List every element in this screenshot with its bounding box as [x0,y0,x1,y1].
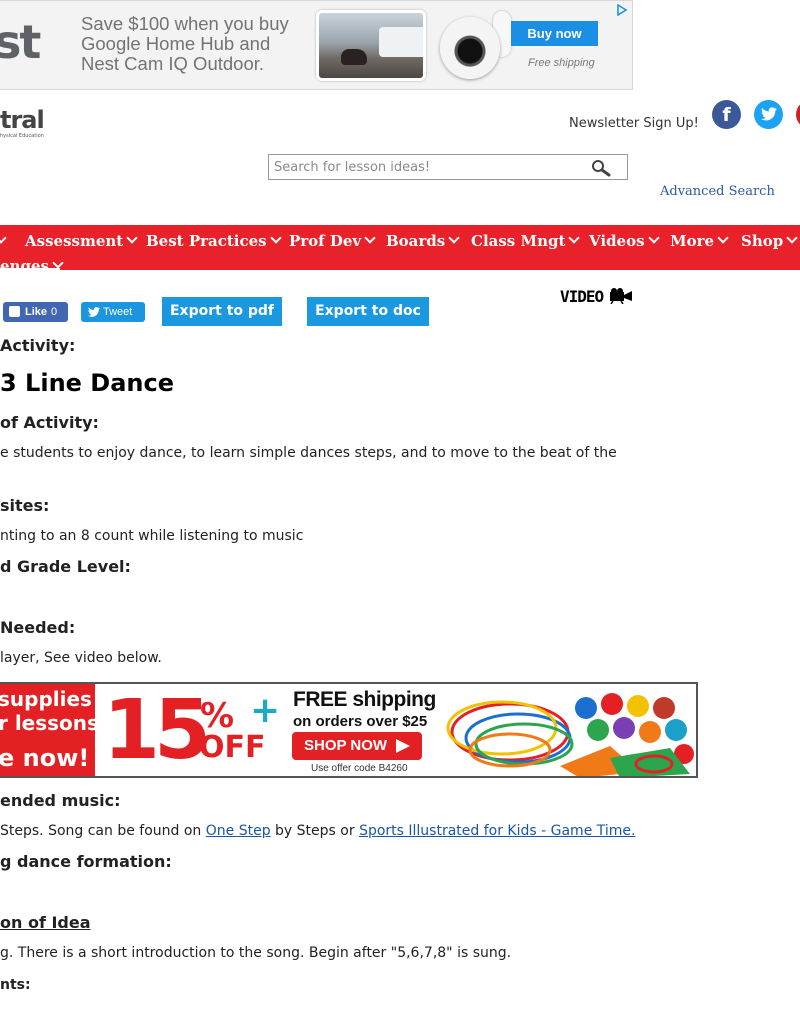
prerequisites-label: sites: [0,496,50,515]
ad-off-text: OFF [199,730,266,765]
chevron-down-icon [52,257,64,269]
prerequisites-text: nting to an 8 count while listening to m… [0,528,304,544]
purpose-text: e students to enjoy dance, to learn simp… [0,445,617,461]
shop-now-button[interactable]: SHOP NOW [292,732,422,760]
advanced-search-link[interactable]: Advanced Search [660,184,775,199]
nav-item-class-mngt[interactable]: Class Mngt [471,232,581,250]
chevron-down-icon [0,232,7,244]
ad-line-lessons: r lessons? [0,711,111,735]
ad-red-panel: supplies r lessons? e now! [0,684,111,776]
pinterest-icon[interactable] [796,100,800,129]
nav-item-more[interactable]: More [670,232,729,250]
movements-label: nts: [0,977,31,993]
chevron-down-icon [568,232,581,244]
nav-label: Class Mngt [471,232,566,250]
nav-label: Videos [589,232,645,250]
search-bar [268,154,628,180]
video-label: VIDEO [560,287,604,306]
nav-item-challenges[interactable]: enges [0,257,64,275]
nav-label: Best Practices [146,232,267,250]
nav-label: Prof Dev [289,232,362,250]
chevron-down-icon [786,232,798,244]
arrow-right-icon [396,739,410,753]
photo-snow [379,27,423,57]
tweet-button[interactable]: Tweet [81,302,145,322]
one-step-link[interactable]: One Step [206,823,271,839]
description-label: on of Idea [0,913,91,932]
music-label: ended music: [0,791,121,810]
ad-headline: Save $100 when you buy Google Home Hub a… [81,13,289,74]
facebook-icon[interactable]: f [712,100,741,129]
nav-item-prof-dev[interactable]: Prof Dev [289,232,376,250]
active-nav-indicator [0,268,60,271]
materials-label: Needed: [0,618,76,637]
nav-item-prev[interactable] [0,232,7,250]
shop-now-label: SHOP NOW [304,737,388,754]
export-doc-button[interactable]: Export to doc [307,297,429,326]
twitter-bird-icon [88,307,100,317]
logo-subtitle: hysical Education [0,133,44,139]
chevron-down-icon [269,232,282,244]
ad-discount-number: 15 [103,683,211,778]
music-text-mid: by Steps or [270,823,360,839]
nav-label: Boards [386,232,446,250]
chevron-down-icon [126,232,138,244]
nav-item-assessment[interactable]: Assessment [25,232,138,250]
newsletter-signup-link[interactable]: Newsletter Sign Up! [569,116,699,131]
pe-supplies-image [440,684,696,776]
like-label: Like [25,306,48,318]
search-icon[interactable] [591,159,611,177]
ad-line-now: e now! [0,744,90,772]
search-input[interactable] [269,155,587,179]
music-text-pre: Steps. Song can be found on [0,823,206,839]
sports-illustrated-link[interactable]: Sports Illustrated for Kids - Game Time. [359,823,635,839]
ad-free-shipping: FREE shipping [293,688,436,711]
thumbs-up-icon [9,306,20,317]
chevron-down-icon [364,232,376,244]
nav-label: Shop [741,232,784,250]
adchoices-icon[interactable] [616,4,628,16]
ad-orders-over: on orders over $25 [293,713,428,730]
video-indicator[interactable]: VIDEO [560,287,632,306]
photo-bear [341,49,367,65]
chevron-down-icon [647,232,660,244]
music-text: Steps. Song can be found on One Step by … [0,823,635,839]
grade-level-label: d Grade Level: [0,557,131,576]
main-nav: Assessment Best Practices Prof Dev Board… [0,225,800,275]
nav-item-shop[interactable]: Shop [741,232,798,250]
logo-text: tral [0,106,45,134]
like-count: 0 [51,306,58,318]
chevron-down-icon [448,232,460,244]
nav-item-best-practices[interactable]: Best Practices [146,232,282,250]
export-pdf-button[interactable]: Export to pdf [162,297,282,326]
top-banner-ad[interactable]: st Save $100 when you buy Google Home Hu… [0,0,633,90]
buy-now-button[interactable]: Buy now [511,21,598,46]
ad-offer-code: Use offer code B4260 [311,763,408,774]
description-text: g. There is a short introduction to the … [0,945,512,961]
purpose-label: of Activity: [0,413,99,432]
twitter-icon[interactable] [754,100,783,129]
ad-brand-logo: st [0,15,41,69]
ad-product-photo [316,10,426,81]
nav-label: enges [0,257,49,275]
nav-label: More [670,232,715,250]
chevron-down-icon [717,232,729,244]
camera-image [440,17,500,79]
ad-plus-sign: + [250,690,281,731]
nav-item-videos[interactable]: Videos [589,232,660,250]
activity-name-label: Activity: [0,336,76,355]
supplies-banner-ad[interactable]: supplies r lessons? e now! 15 % OFF + FR… [0,682,698,778]
video-camera-icon [610,288,632,304]
activity-title: 3 Line Dance [0,369,174,397]
formation-label: g dance formation: [0,852,172,871]
ad-shipping-note: Free shipping [528,57,595,69]
materials-text: layer, See video below. [0,650,162,666]
nav-label: Assessment [25,232,124,250]
facebook-like-button[interactable]: Like 0 [3,302,68,322]
site-logo[interactable]: tral hysical Education [0,106,45,139]
tweet-label: Tweet [103,306,133,318]
nav-item-boards[interactable]: Boards [386,232,460,250]
ad-line-supplies: supplies [0,687,92,711]
